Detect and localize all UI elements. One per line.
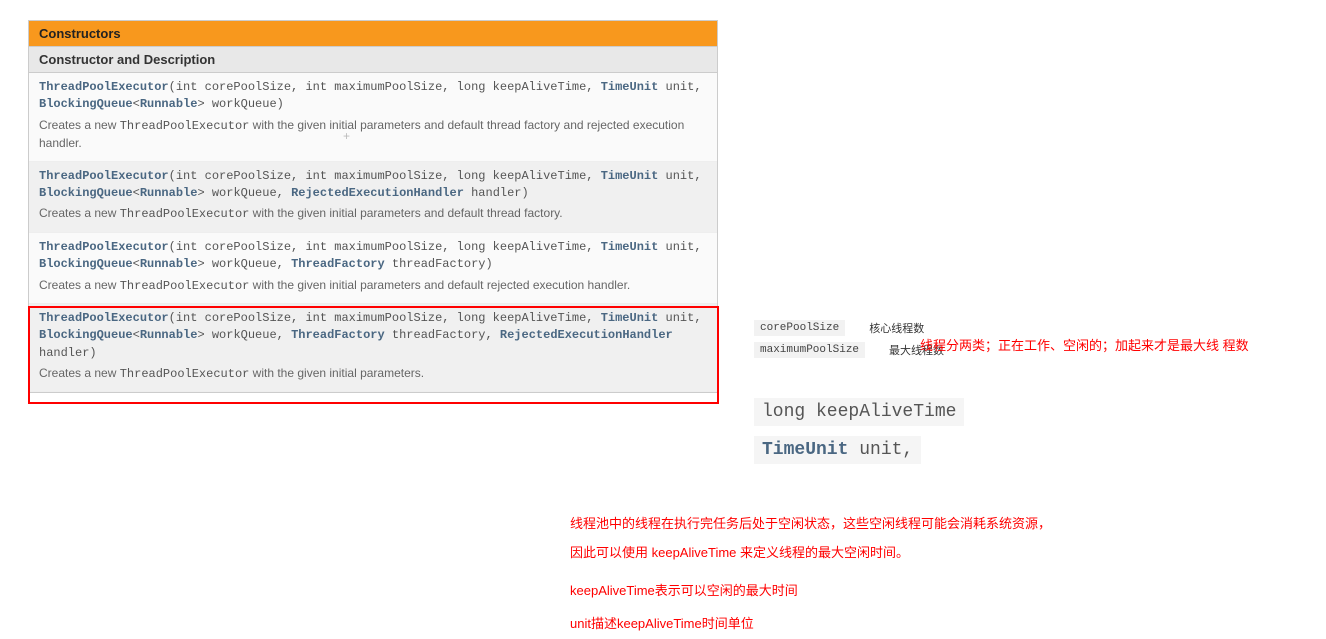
label-core-threads: 核心线程数 <box>869 320 924 336</box>
plus-icon: + <box>343 129 350 143</box>
red-note-thread-categories: 线程分两类；正在工作、空闲的；加起来才是最大线 程数 <box>920 335 1249 354</box>
constructor-subheader: Constructor and Description <box>29 47 717 73</box>
tab-constructors: Constructors <box>29 21 717 47</box>
ctor-desc-4: Creates a new ThreadPoolExecutor with th… <box>39 365 707 383</box>
red-line-1: 线程池中的线程在执行完任务后处于空闲状态，这些空闲线程可能会消耗系统资源， <box>570 510 1051 537</box>
ctor-row-2[interactable]: ThreadPoolExecutor(int corePoolSize, int… <box>29 162 717 233</box>
code-timeunit: TimeUnit unit, <box>754 436 921 464</box>
code-lines: long keepAliveTime TimeUnit unit, <box>754 398 964 474</box>
red-line-2: 因此可以使用 keepAliveTime 来定义线程的最大空闲时间。 <box>570 539 1051 566</box>
ctor-desc-1: Creates a new ThreadPoolExecutor with th… <box>39 117 707 153</box>
ctor-sig-2[interactable]: ThreadPoolExecutor(int corePoolSize, int… <box>39 168 707 203</box>
ctor-sig-3[interactable]: ThreadPoolExecutor(int corePoolSize, int… <box>39 239 707 274</box>
ctor-row-1[interactable]: ThreadPoolExecutor(int corePoolSize, int… <box>29 73 717 162</box>
ctor-desc-3: Creates a new ThreadPoolExecutor with th… <box>39 277 707 295</box>
ctor-sig-4[interactable]: ThreadPoolExecutor(int corePoolSize, int… <box>39 310 707 362</box>
constructor-rows: ThreadPoolExecutor(int corePoolSize, int… <box>29 73 717 392</box>
ctor-row-4[interactable]: ThreadPoolExecutor(int corePoolSize, int… <box>29 304 717 393</box>
code-keepalivetime: long keepAliveTime <box>754 398 964 426</box>
param-maximumpoolsize: maximumPoolSize <box>754 342 865 358</box>
ctor-sig-1[interactable]: ThreadPoolExecutor(int corePoolSize, int… <box>39 79 707 114</box>
param-corepoolsize: corePoolSize <box>754 320 845 336</box>
red-explanation-block: 线程池中的线程在执行完任务后处于空闲状态，这些空闲线程可能会消耗系统资源， 因此… <box>570 510 1051 639</box>
constructors-panel: Constructors Constructor and Description… <box>28 20 718 393</box>
side-params: corePoolSize 核心线程数 maximumPoolSize 最大线程数 <box>754 320 944 364</box>
ctor-row-3[interactable]: ThreadPoolExecutor(int corePoolSize, int… <box>29 233 717 304</box>
ctor-desc-2: Creates a new ThreadPoolExecutor with th… <box>39 205 707 223</box>
red-line-3: keepAliveTime表示可以空闲的最大时间 <box>570 577 1051 604</box>
